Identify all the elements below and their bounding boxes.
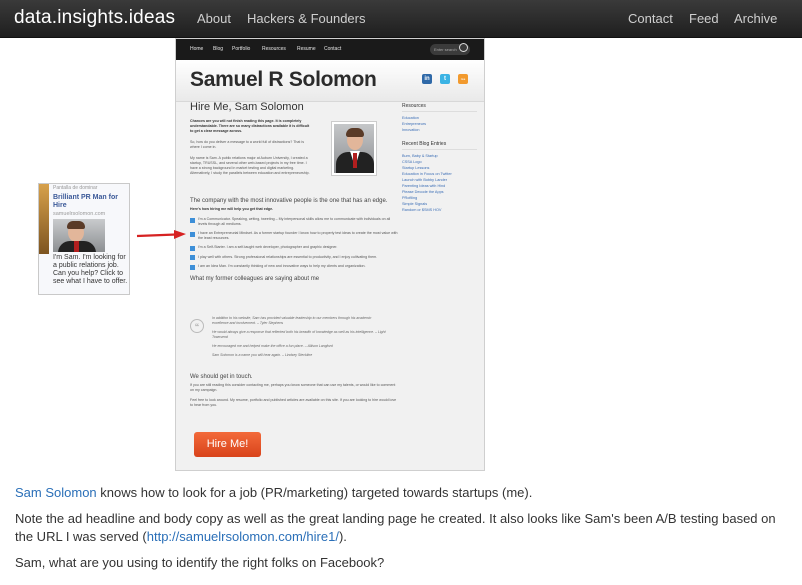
top-nav-bar: data.insights.ideas About Hackers & Foun… [0,0,802,38]
sidebar-link[interactable]: Innovation [402,127,477,133]
colleagues-heading: What my former colleagues are saying abo… [190,275,320,282]
touch-text-1: If you are still reading this consider c… [190,383,396,392]
nav-contact[interactable]: Contact [628,11,673,26]
checkbox-icon [190,231,195,237]
testimonial: In addition to his website, Sam has prov… [212,316,372,325]
linkedin-icon: in [422,74,432,84]
landing-portrait [331,121,377,176]
ad-adjacent-image [39,184,49,254]
landing-page-screenshot: Home Blog Portfolio Resources Resume Con… [175,38,485,471]
landing-nav-portfolio: Portfolio [232,46,251,52]
article-paragraph-2: Note the ad headline and body copy as we… [15,511,776,544]
ad-body-copy: I'm Sam. I'm looking for a public relati… [53,254,128,285]
checklist: I'm a Communicator. Speaking, writing, t… [190,217,398,270]
hire-me-button[interactable]: Hire Me! [194,432,261,457]
facebook-ad-thumbnail: Pantalla de dominar Brilliant PR Man for… [38,183,130,295]
checkbox-icon [190,264,195,270]
intro-paragraph-2: So, how do you deliver a message to a wo… [190,140,304,149]
intro-paragraph-1: Chances are you will not finish reading … [190,119,310,133]
testimonial: Sam Solomon is a name you will hear agai… [212,353,313,357]
testimonials: In addition to his website, Sam has prov… [212,316,387,362]
twitter-icon: t [440,74,450,84]
landing-name: Samuel R Solomon [190,68,377,91]
nav-hackers-founders[interactable]: Hackers & Founders [247,11,366,26]
help-line: Here's how hiring me will help you get t… [190,207,274,211]
testimonial: He encouraged me and helped make the off… [212,344,333,348]
sam-solomon-link[interactable]: Sam Solomon [15,485,97,500]
article-paragraph-1: Sam Solomon knows how to look for a job … [15,485,533,500]
red-arrow-icon [136,230,186,239]
intro-paragraph-3: My name is Sam. A public relations major… [190,156,310,175]
landing-hire-title: Hire Me, Sam Solomon [190,101,304,113]
article-paragraph-3: Sam, what are you using to identify the … [15,555,385,570]
quote-icon: “ [190,319,204,333]
check-item: I have an Entrepreneurial Mindset. As a … [190,231,398,241]
landing-nav-resume: Resume [297,46,316,52]
landing-header: Samuel R Solomon in t rss [176,60,484,102]
search-icon [459,43,468,52]
nav-about[interactable]: About [197,11,231,26]
section-edge-heading: The company with the most innovative peo… [190,198,388,204]
checkbox-icon [190,245,195,251]
testimonial: He would always give a response that ref… [212,330,386,339]
check-item: I am an Idea Man. I'm constantly thinkin… [190,264,398,270]
checkbox-icon [190,217,195,223]
get-in-touch-section: We should get in touch. If you are still… [190,374,398,408]
sidebar-resources-heading: Resources [402,103,477,112]
check-item: I play well with others. Strong professi… [190,255,398,260]
checkbox-icon [190,255,195,260]
nav-feed[interactable]: Feed [689,11,719,26]
check-item: I'm a Communicator. Speaking, writing, t… [190,217,398,227]
landing-main-column: Hire Me, Sam Solomon Chances are you wil… [190,101,398,285]
ad-top-text: Pantalla de dominar [53,185,98,191]
landing-nav: Home Blog Portfolio Resources Resume Con… [176,39,484,60]
landing-nav-resources: Resources [262,46,286,52]
ad-headline[interactable]: Brilliant PR Man for Hire [53,194,128,210]
hire1-url-link[interactable]: http://samuelrsolomon.com/hire1/ [147,529,339,544]
landing-nav-blog: Blog [213,46,224,52]
landing-nav-contact: Contact [324,46,342,52]
landing-nav-home: Home [190,46,204,52]
nav-archive[interactable]: Archive [734,11,777,26]
ad-photo[interactable] [53,219,105,252]
touch-heading: We should get in touch. [190,374,253,380]
sidebar-link[interactable]: Random or $SMS HOV [402,207,477,213]
ad-url: samuelrsolomon.com [53,211,106,217]
landing-sidebar: Resources Education Entrepreneurs Innova… [402,103,477,213]
rss-icon: rss [458,74,468,84]
sidebar-recent-heading: Recent Blog Entries [402,141,477,150]
touch-text-2: Feel free to look around. My resume, por… [190,398,397,407]
check-item: I'm a Self-Starter. I am a self-taught w… [190,245,398,251]
site-brand-link[interactable]: data.insights.ideas [14,7,175,29]
